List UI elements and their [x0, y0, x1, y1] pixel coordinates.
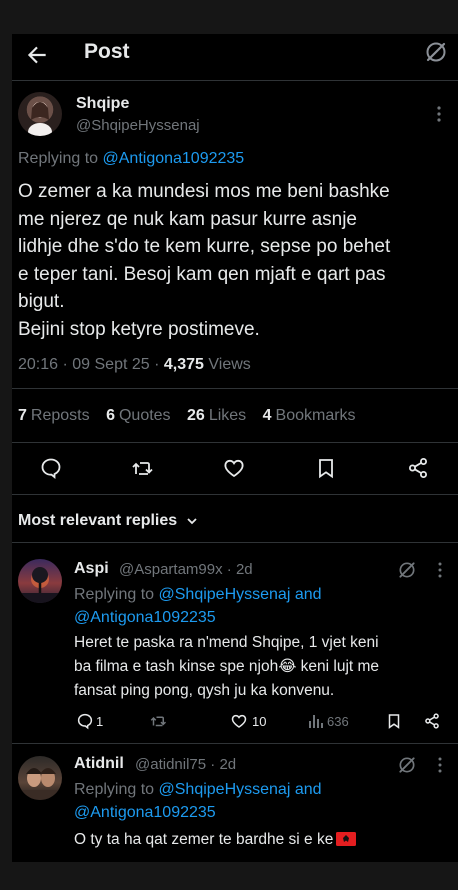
post-text-line: me njerez qe nuk kam pasur kurre asnje	[18, 208, 357, 230]
author-handle[interactable]: @ShqipeHyssenaj	[76, 117, 200, 134]
grok-icon[interactable]	[397, 560, 417, 580]
divider	[12, 80, 458, 81]
arrow-left-icon[interactable]	[24, 42, 50, 68]
bookmark-icon[interactable]	[385, 712, 403, 730]
replies-sort-button[interactable]: Most relevant replies	[18, 512, 198, 530]
post-text: O zemer a ka mundesi mos me beni bashke …	[18, 178, 438, 343]
author-name[interactable]: Shqipe	[76, 95, 129, 113]
grok-icon[interactable]	[424, 40, 448, 64]
albania-flag-icon	[336, 832, 357, 846]
replying-to-link[interactable]: @Antigona1092235	[74, 801, 322, 824]
post-screen: Post Shqipe @ShqipeHyssenaj Replying to …	[12, 34, 458, 862]
page-title: Post	[84, 40, 130, 63]
replying-and: and	[294, 586, 322, 603]
reply-text: O ty ta ha qat zemer te bardhe si e ke	[74, 828, 357, 852]
reply-icon[interactable]	[76, 712, 94, 730]
post-time[interactable]: 20:16	[18, 356, 58, 373]
divider	[12, 542, 458, 543]
post-text-line: bigut.	[18, 291, 65, 312]
chevron-down-icon	[186, 515, 198, 527]
divider	[12, 388, 458, 389]
laughing-emoji-icon: 😂	[278, 658, 297, 675]
reply-author-handle[interactable]: @Aspartam99x	[119, 561, 223, 578]
reply-author-handle[interactable]: @atidnil75	[135, 756, 206, 773]
reply-age[interactable]: 2d	[219, 756, 236, 773]
top-bar: Post	[12, 34, 458, 78]
post-date[interactable]: 09 Sept 25	[72, 356, 149, 373]
view-count: 636	[327, 714, 349, 729]
replying-to-link[interactable]: @ShqipeHyssenaj	[159, 781, 291, 798]
views-label: Views	[208, 356, 251, 373]
replying-to-link[interactable]: @Antigona1092235	[74, 606, 322, 629]
post-text-line: e teper tani. Besoj kam qen mjaft e qart…	[18, 263, 386, 285]
engagement-stats: 7 Reposts 6 Quotes 26 Likes 4 Bookmarks	[18, 407, 368, 425]
replying-to: Replying to @Antigona1092235	[18, 150, 244, 168]
replying-to-link[interactable]: @ShqipeHyssenaj	[159, 586, 291, 603]
reply-author-meta: @Aspartam99x · 2d	[119, 561, 253, 578]
divider	[12, 442, 458, 443]
reply-text-line: fansat ping pong, qysh ju ka konvenu.	[74, 682, 335, 699]
reply-author-name[interactable]: Aspi	[74, 560, 109, 578]
more-options-icon[interactable]	[437, 757, 443, 773]
reply-replying-to: Replying to @ShqipeHyssenaj and @Antigon…	[74, 778, 322, 824]
share-icon[interactable]	[406, 456, 430, 480]
reply-replying-to: Replying to @ShqipeHyssenaj and @Antigon…	[74, 583, 322, 629]
reply-text: Heret te paska ra n'mend Shqipe, 1 vjet …	[74, 631, 379, 703]
reply-icon[interactable]	[39, 456, 63, 480]
views-icon[interactable]	[308, 713, 324, 729]
reply-count: 1	[96, 714, 104, 729]
reply-text-line: ba filma e tash kinse spe njoh😂 keni luj…	[74, 658, 380, 675]
replying-prefix: Replying to	[74, 781, 155, 798]
reply-author-name[interactable]: Atidnil	[74, 755, 124, 773]
grok-icon[interactable]	[397, 755, 417, 775]
heart-icon[interactable]	[230, 712, 248, 730]
quotes-stat[interactable]: 6 Quotes	[106, 407, 171, 424]
reply-age[interactable]: 2d	[236, 561, 253, 578]
more-options-icon[interactable]	[437, 562, 443, 578]
bookmark-icon[interactable]	[314, 456, 338, 480]
like-count: 10	[252, 714, 267, 729]
replying-and: and	[294, 781, 322, 798]
reply-text-line: O ty ta ha qat zemer te bardhe si e ke	[74, 831, 334, 848]
post-text-line: lidhje dhe s'do te kem kurre, sepse po b…	[18, 236, 391, 257]
replying-prefix: Replying to	[74, 586, 155, 603]
heart-icon[interactable]	[222, 456, 246, 480]
avatar[interactable]	[18, 756, 62, 800]
avatar[interactable]	[18, 92, 62, 136]
replying-to-link[interactable]: @Antigona1092235	[103, 150, 245, 167]
post-text-line: Bejini stop ketyre postimeve.	[18, 318, 260, 340]
reply-author-meta: @atidnil75 · 2d	[135, 756, 237, 773]
reposts-stat[interactable]: 7 Reposts	[18, 407, 90, 424]
post-meta: 20:16 · 09 Sept 25 · 4,375 Views	[18, 356, 251, 373]
avatar[interactable]	[18, 559, 62, 603]
divider	[12, 743, 458, 744]
repost-icon[interactable]	[130, 456, 154, 480]
more-options-icon[interactable]	[436, 106, 442, 122]
repost-icon[interactable]	[149, 712, 167, 730]
reply-text-line: Heret te paska ra n'mend Shqipe, 1 vjet …	[74, 634, 379, 651]
replies-sort-label: Most relevant replies	[18, 512, 178, 529]
bookmarks-stat[interactable]: 4 Bookmarks	[263, 407, 356, 424]
likes-stat[interactable]: 26 Likes	[187, 407, 246, 424]
divider	[12, 494, 458, 495]
post-text-line: O zemer a ka mundesi mos me beni bashke	[18, 181, 390, 202]
views-count: 4,375	[163, 356, 204, 373]
replying-prefix: Replying to	[18, 150, 99, 167]
share-icon[interactable]	[423, 712, 441, 730]
